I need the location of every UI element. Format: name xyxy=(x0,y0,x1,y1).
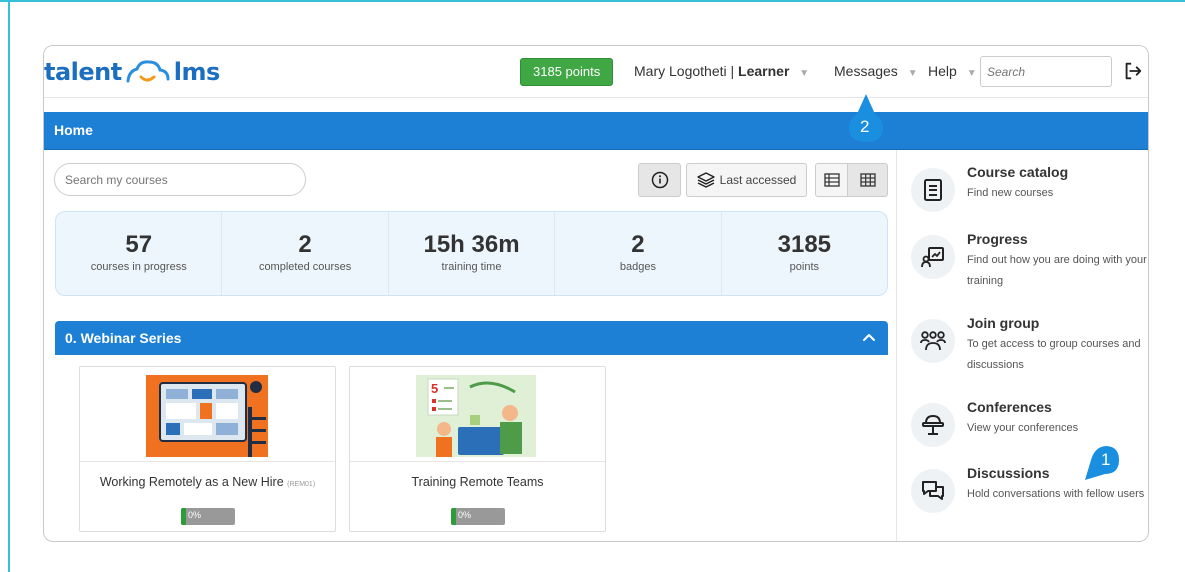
course-title[interactable]: Training Remote Teams xyxy=(350,475,605,489)
sidebar-item-desc: View your conferences xyxy=(967,422,1079,434)
points-button[interactable]: 3185 points xyxy=(520,58,614,86)
user-menu[interactable]: Mary Logotheti | Learner ▼ xyxy=(634,63,809,79)
messages-menu[interactable]: Messages ▼ xyxy=(834,63,918,79)
course-thumbnail[interactable] xyxy=(80,367,335,462)
progress-label: 0% xyxy=(188,510,202,520)
stat-value: 2 xyxy=(298,231,312,258)
course-card[interactable]: 5 Training Remote Teams 0% xyxy=(349,366,606,532)
global-search-input[interactable] xyxy=(980,56,1112,87)
sidebar-item-desc: To get access to group courses and discu… xyxy=(967,338,1141,371)
callout-number: 1 xyxy=(1101,450,1111,469)
home-header-bar: Home xyxy=(44,112,1148,150)
progress-fill xyxy=(451,508,456,525)
logo-text-left: talent xyxy=(44,58,122,86)
sidebar-item-desc: Find out how you are doing with your tra… xyxy=(967,254,1147,287)
remote-teams-illustration: 5 xyxy=(350,367,605,461)
stat-label: training time xyxy=(441,261,502,273)
stat-badges[interactable]: 2 badges xyxy=(555,212,722,295)
stat-value: 57 xyxy=(125,231,153,258)
category-header[interactable]: 0. Webinar Series xyxy=(55,321,888,355)
stat-label: points xyxy=(789,261,819,273)
progress-fill xyxy=(181,508,186,525)
stats-panel: 57 courses in progress 2 completed cours… xyxy=(55,211,888,296)
grid-view-icon xyxy=(859,173,876,187)
logo-text-right: lms xyxy=(173,58,221,86)
course-progress-bar: 0% xyxy=(451,508,505,525)
app-window: talent lms 3185 points Mary Logotheti | … xyxy=(43,45,1149,542)
course-title-text: Training Remote Teams xyxy=(411,475,544,489)
stat-label: courses in progress xyxy=(90,261,187,273)
list-view-button[interactable] xyxy=(815,163,848,197)
sidebar-item-title: Discussions xyxy=(967,465,1050,481)
stat-points[interactable]: 3185 points xyxy=(722,212,887,295)
stat-value: 15h 36m xyxy=(423,231,520,258)
course-search-input[interactable] xyxy=(54,163,306,196)
grid-view-button[interactable] xyxy=(847,163,888,197)
layers-icon xyxy=(696,172,715,188)
list-view-icon xyxy=(823,173,840,187)
sort-label: Last accessed xyxy=(719,173,797,187)
stat-label: badges xyxy=(619,261,656,273)
messages-label: Messages xyxy=(834,63,898,79)
progress-chart-icon xyxy=(911,235,955,279)
sidebar-item-title: Progress xyxy=(967,231,1028,247)
group-icon xyxy=(911,319,955,363)
course-code: (REM01) xyxy=(287,481,316,488)
category-title: 0. Webinar Series xyxy=(65,330,182,346)
conference-icon xyxy=(911,403,955,447)
book-icon xyxy=(911,168,955,212)
frame-top-border xyxy=(0,0,1185,2)
help-menu[interactable]: Help ▼ xyxy=(928,63,977,79)
stat-value: 3185 xyxy=(777,231,832,258)
svg-text:5: 5 xyxy=(431,381,438,396)
stat-label: completed courses xyxy=(258,261,352,273)
frame-left-border xyxy=(8,0,10,572)
stat-value: 2 xyxy=(631,231,645,258)
page-title: Home xyxy=(54,122,93,138)
callout-marker-2: 2 xyxy=(845,92,887,149)
callout-marker-1: 1 xyxy=(1081,444,1121,489)
course-title[interactable]: Working Remotely as a New Hire (REM01) xyxy=(80,475,335,489)
info-button[interactable] xyxy=(638,163,681,197)
sidebar-item-title: Course catalog xyxy=(967,164,1069,180)
stat-completed-courses[interactable]: 2 completed courses xyxy=(222,212,389,295)
course-title-text: Working Remotely as a New Hire xyxy=(99,475,284,489)
stat-training-time[interactable]: 15h 36m training time xyxy=(389,212,556,295)
stat-courses-in-progress[interactable]: 57 courses in progress xyxy=(56,212,223,295)
course-progress-bar: 0% xyxy=(181,508,235,525)
help-label: Help xyxy=(928,63,957,79)
sidebar-item-title: Conferences xyxy=(967,399,1052,415)
chevron-up-icon[interactable] xyxy=(862,331,876,343)
user-role: Learner xyxy=(738,63,790,79)
sort-last-accessed-button[interactable]: Last accessed xyxy=(686,163,807,197)
top-navbar: talent lms 3185 points Mary Logotheti | … xyxy=(44,46,1148,98)
user-name: Mary Logotheti xyxy=(634,63,727,79)
callout-number: 2 xyxy=(860,117,870,136)
progress-label: 0% xyxy=(458,510,472,520)
user-separator: | xyxy=(730,63,739,79)
chevron-down-icon: ▼ xyxy=(799,68,810,79)
sidebar-item-title: Join group xyxy=(967,315,1040,331)
course-card[interactable]: Working Remotely as a New Hire (REM01) 0… xyxy=(79,366,336,532)
course-thumbnail[interactable]: 5 xyxy=(350,367,605,462)
sidebar-item-desc: Find new courses xyxy=(967,187,1054,199)
discussion-icon xyxy=(911,469,955,513)
chevron-down-icon: ▼ xyxy=(907,68,918,79)
logout-icon[interactable] xyxy=(1122,60,1144,82)
cloud-logo-icon xyxy=(126,60,170,83)
remote-work-illustration xyxy=(80,367,335,461)
chevron-down-icon: ▼ xyxy=(966,68,977,79)
talentlms-logo[interactable]: talent lms xyxy=(44,55,220,89)
info-icon xyxy=(651,171,668,189)
